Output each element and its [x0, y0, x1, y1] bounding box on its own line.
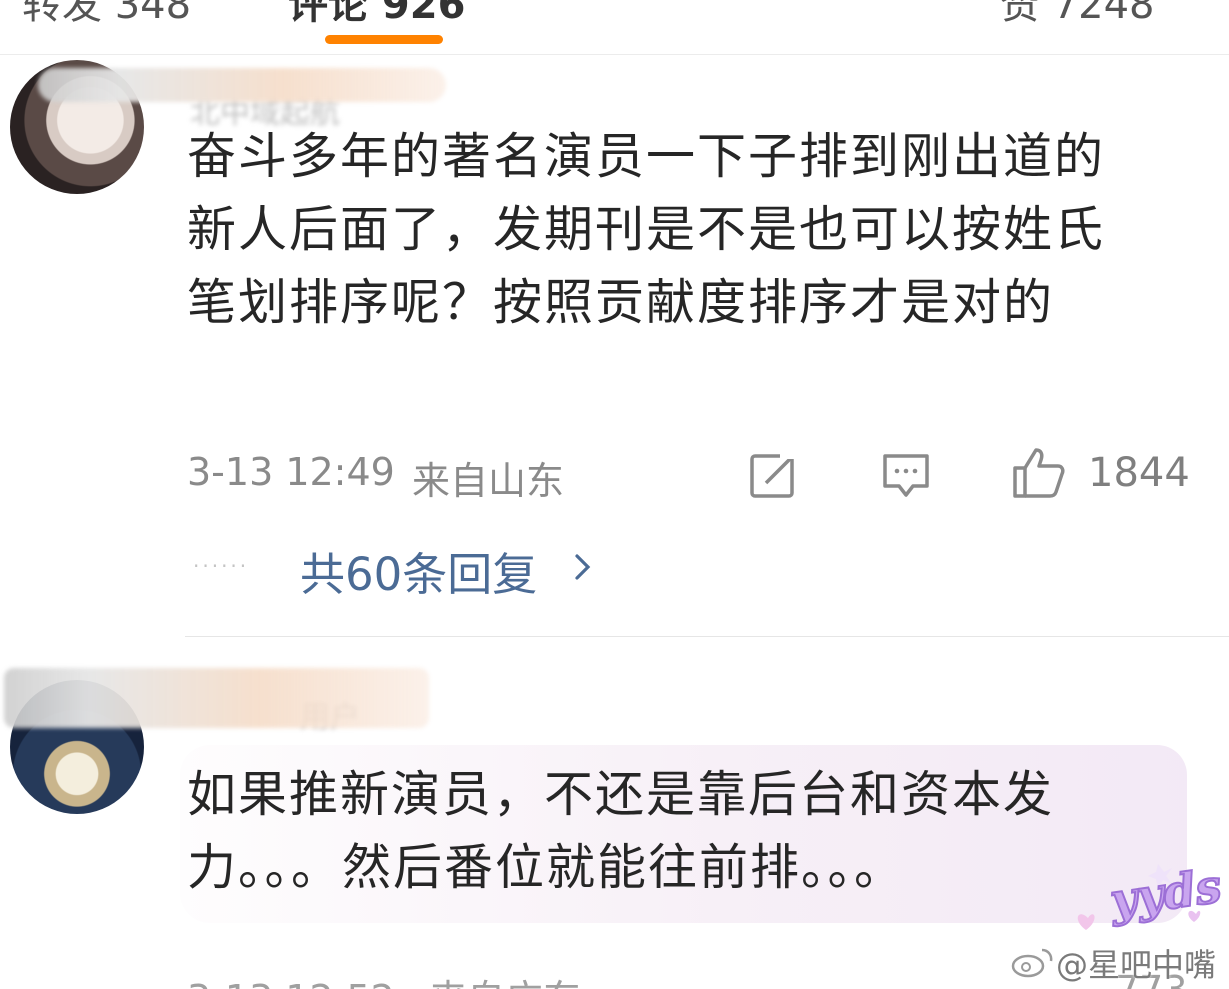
tab-reposts[interactable]: 转发 348	[22, 0, 191, 30]
repost-icon[interactable]	[748, 450, 798, 500]
tab-likes[interactable]: 赞 7248	[1000, 0, 1155, 30]
comment-location: 来自山东	[412, 459, 565, 503]
comment-text: 如果推新演员，不还是靠后台和资本发力。。。然后番位就能往前排。。。	[187, 766, 1055, 896]
username-blur-mask	[4, 668, 429, 728]
replies-row[interactable]: ······ 共60条回复	[193, 538, 613, 601]
active-tab-indicator	[325, 35, 443, 44]
reply-dots: ······	[193, 554, 250, 578]
comment-icon[interactable]	[881, 450, 931, 500]
username-blur-mask	[38, 68, 446, 102]
like-count: 1844	[1088, 450, 1190, 496]
yyds-sticker: yyds	[1068, 858, 1226, 938]
comment-divider	[185, 636, 1229, 637]
weibo-logo-icon	[1011, 948, 1053, 978]
comment-date: 3-13 12:49	[187, 450, 395, 494]
comment-item: 北中域起航 奋斗多年的著名演员一下子排到刚出道的新人后面了，发期刊是不是也可以按…	[0, 60, 1229, 620]
view-replies-link[interactable]: 共60条回复	[300, 538, 537, 603]
comment-date: 3-13 12:52	[187, 977, 395, 989]
tab-comments[interactable]: 评论 926	[288, 0, 465, 30]
tab-bar: 转发 348 评论 926 赞 7248	[0, 0, 1229, 55]
comment-location: 来自广东	[429, 977, 581, 989]
comment-page: 转发 348 评论 926 赞 7248 北中域起航 奋斗多年的著名演员一下子排…	[0, 0, 1229, 989]
comment-meta: 3-13 12:52 来自广东 773	[187, 968, 1188, 989]
chevron-right-icon	[573, 542, 593, 592]
watermark: @星吧中嘴	[1056, 946, 1217, 984]
comment-item: 用户 如果推新演员，不还是靠后台和资本发力。。。然后番位就能往前排。。。	[0, 668, 1229, 989]
comment-text: 奋斗多年的著名演员一下子排到刚出道的新人后面了，发期刊是不是也可以按姓氏笔划排序…	[187, 128, 1106, 331]
like-icon[interactable]	[1012, 446, 1066, 500]
